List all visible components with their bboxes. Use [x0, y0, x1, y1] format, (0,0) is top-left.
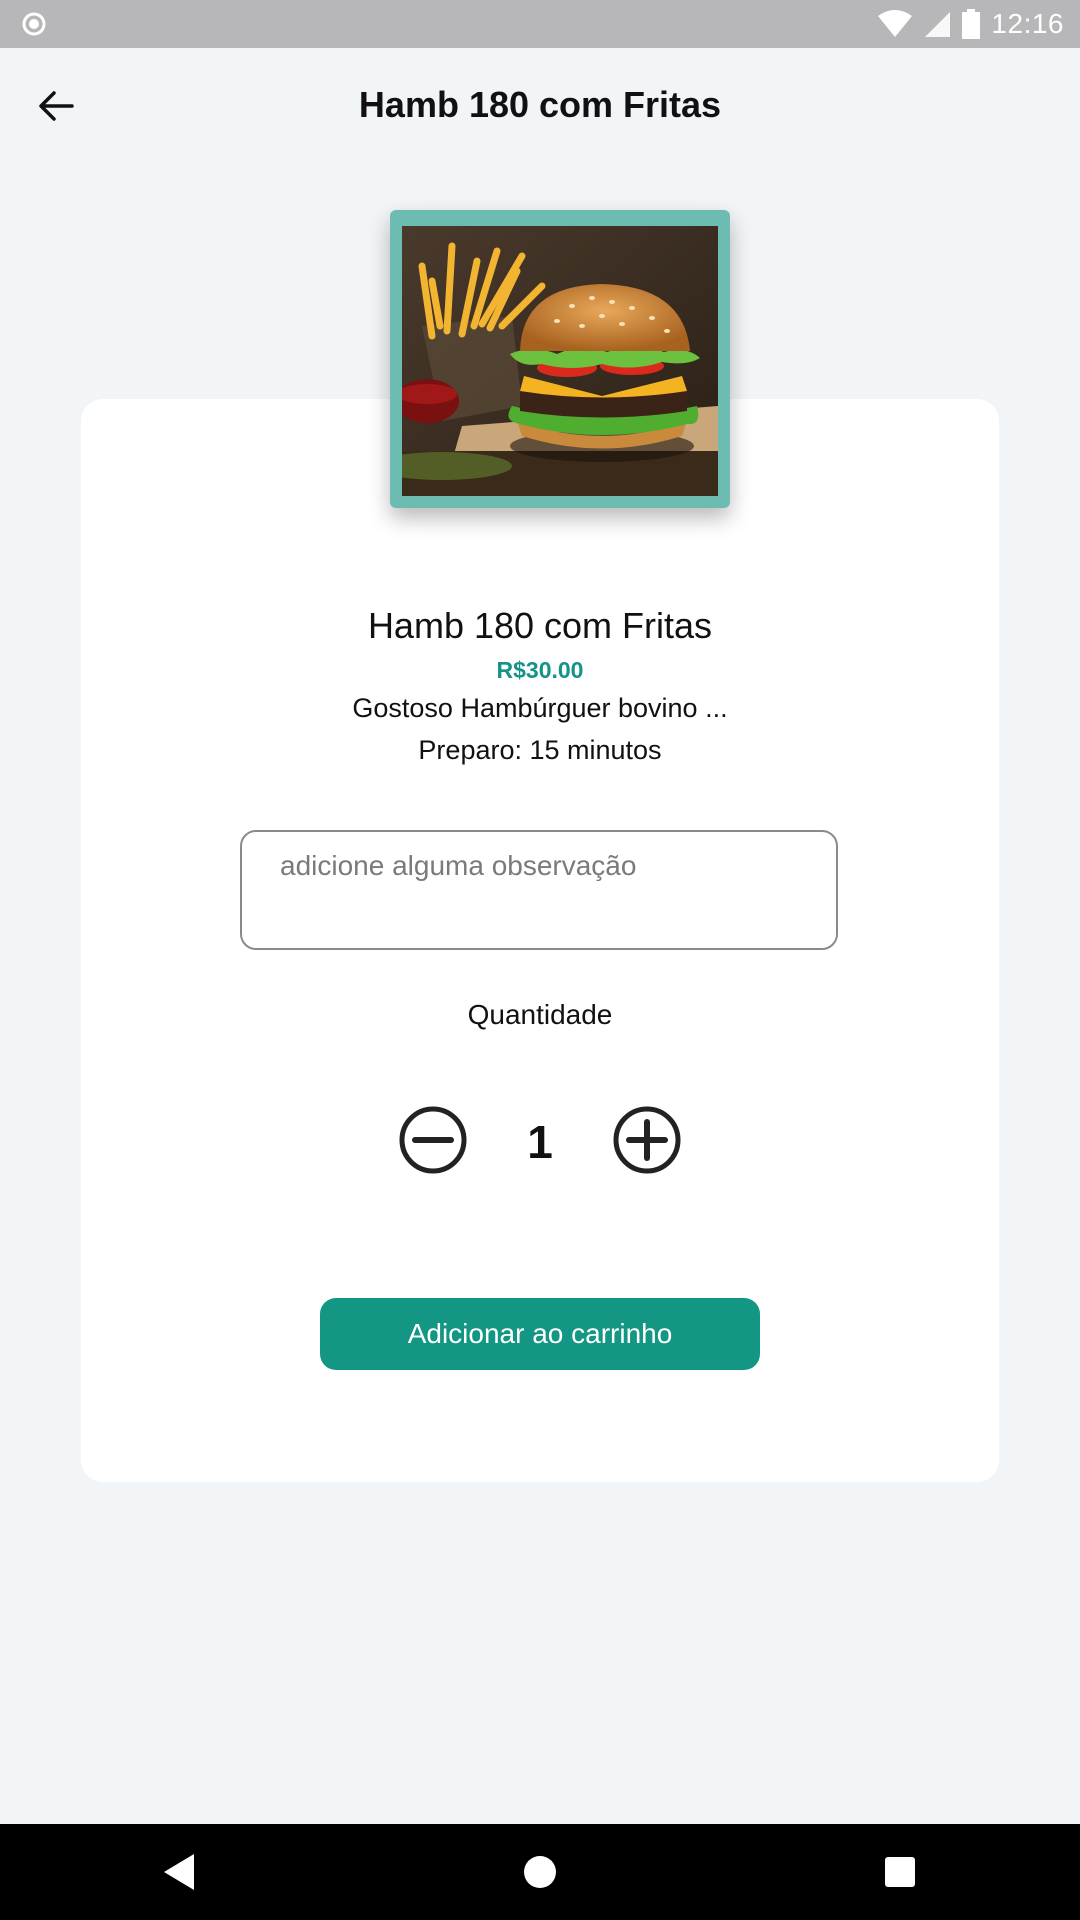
burger-with-fries-photo — [402, 226, 718, 496]
nav-recent-icon[interactable] — [876, 1848, 924, 1896]
product-description: Gostoso Hambúrguer bovino ... — [352, 693, 728, 723]
product-prep-time: Preparo: 15 minutos — [418, 735, 662, 765]
quantity-label: Quantidade — [467, 999, 613, 1030]
add-to-cart-button[interactable]: Adicionar ao carrinho — [320, 1298, 760, 1370]
increase-quantity-button[interactable] — [612, 1105, 682, 1175]
nav-home-icon[interactable] — [516, 1848, 564, 1896]
wifi-icon — [878, 10, 913, 37]
app-header: Hamb 180 com Fritas — [0, 48, 1080, 160]
status-icons: 12:16 — [877, 0, 1064, 48]
nav-back-icon[interactable] — [156, 1848, 204, 1896]
record-icon — [22, 12, 46, 36]
observation-input[interactable] — [240, 830, 838, 950]
product-image — [402, 226, 718, 496]
status-time: 12:16 — [991, 8, 1064, 39]
status-bar: 12:16 — [0, 0, 1080, 48]
plus-circle-icon — [613, 1106, 681, 1174]
product-card: Hamb 180 com Fritas R$30.00 Gostoso Hamb… — [81, 399, 999, 1482]
quantity-stepper: 1 — [81, 1105, 999, 1175]
signal-icon — [925, 12, 951, 37]
battery-icon — [962, 9, 981, 39]
product-image-frame — [390, 210, 730, 508]
system-nav-bar — [0, 1824, 1080, 1920]
quantity-value: 1 — [527, 1116, 553, 1168]
page-title: Hamb 180 com Fritas — [358, 84, 722, 125]
product-price: R$30.00 — [496, 657, 584, 683]
product-name: Hamb 180 com Fritas — [367, 605, 713, 646]
